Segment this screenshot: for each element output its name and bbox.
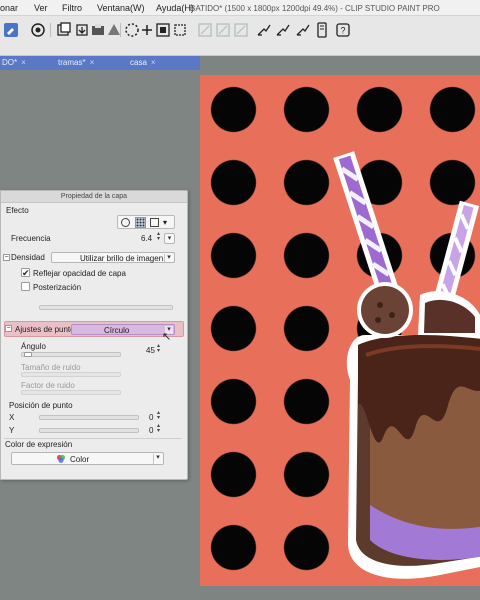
save-icon[interactable]: [90, 22, 106, 38]
chevron-down-icon: ▾: [164, 254, 173, 262]
collapse-icon[interactable]: −: [5, 325, 12, 332]
frequency-spinner[interactable]: ▴ ▾: [155, 231, 162, 242]
frequency-value[interactable]: 6.4: [141, 234, 152, 243]
tab-casa[interactable]: casa ×: [130, 58, 156, 67]
y-slider[interactable]: [39, 428, 139, 433]
menu-item-edit[interactable]: onar: [0, 3, 18, 13]
dot-settings-label: Ajustes de punto: [15, 325, 75, 334]
density-label: Densidad: [11, 253, 45, 262]
menu-item-window[interactable]: Ventana(W): [97, 3, 145, 13]
crop-icon[interactable]: [172, 22, 188, 38]
svg-text:?: ?: [340, 26, 345, 36]
y-value[interactable]: 0: [149, 426, 153, 435]
color-expression-label: Color de expresión: [5, 440, 73, 449]
noise-factor-label: Factor de ruido: [21, 381, 75, 390]
selection-icon[interactable]: [124, 22, 140, 38]
posterize-slider[interactable]: [39, 305, 173, 310]
menu-item-view[interactable]: Ver: [34, 3, 48, 13]
tab-batido[interactable]: DO* ×: [2, 58, 26, 67]
mouse-cursor-icon: ↖: [162, 331, 172, 343]
angle-slider-knob[interactable]: [24, 352, 32, 357]
angle-slider[interactable]: [21, 352, 121, 357]
close-icon[interactable]: ×: [151, 58, 156, 67]
circle-mode-icon[interactable]: [121, 218, 130, 227]
device-icon[interactable]: [314, 22, 330, 38]
import-icon[interactable]: [74, 22, 90, 38]
copy-icon[interactable]: [30, 22, 46, 38]
noise-factor-slider[interactable]: [21, 390, 121, 395]
noise-size-slider[interactable]: [21, 372, 121, 377]
close-icon[interactable]: ×: [21, 58, 26, 67]
menu-bar: onar Ver Filtro Ventana(W) Ayuda(H) BATI…: [0, 0, 480, 16]
x-slider[interactable]: [39, 415, 139, 420]
menu-item-filter[interactable]: Filtro: [62, 3, 82, 13]
color-wheel-icon: [56, 454, 66, 464]
vector-a-icon[interactable]: [215, 22, 231, 38]
help-icon[interactable]: ?: [335, 22, 351, 38]
chevron-down-icon[interactable]: ▾: [163, 218, 167, 227]
brush-icon[interactable]: [3, 22, 19, 38]
square-mode-icon[interactable]: [150, 218, 159, 227]
close-icon[interactable]: ×: [90, 58, 95, 67]
angle-value[interactable]: 45: [146, 346, 155, 355]
effect-mode-group: ▾: [117, 215, 175, 229]
x-label: X: [9, 413, 15, 422]
milkshake-illustration: [333, 151, 480, 579]
command-bar: ?: [0, 16, 480, 56]
hand-icon[interactable]: [197, 22, 213, 38]
y-label: Y: [9, 426, 15, 435]
dot-position-label: Posición de punto: [9, 401, 73, 410]
dot-shape-select[interactable]: Círculo ▾: [71, 324, 175, 335]
frequency-dropdown[interactable]: ▾: [164, 233, 175, 244]
noise-size-label: Tamaño de ruido: [21, 363, 81, 372]
posterize-checkbox[interactable]: [21, 282, 30, 291]
vector-c-icon[interactable]: [256, 22, 272, 38]
halftone-mode-icon[interactable]: [135, 217, 146, 228]
pencil-icon[interactable]: [295, 22, 311, 38]
fill-icon[interactable]: [155, 22, 171, 38]
color-expression-select[interactable]: Color ▾: [11, 452, 164, 465]
angle-label: Ángulo: [21, 342, 46, 351]
document-tabs: DO* × tramas* × casa ×: [0, 56, 200, 70]
density-select[interactable]: Utilizar brillo de imagen ▾: [51, 252, 175, 263]
menu-item-help[interactable]: Ayuda(H): [156, 3, 194, 13]
effect-label: Efecto: [6, 206, 29, 215]
layer-property-panel: Propiedad de la capa Efecto ▾ Frecuencia…: [0, 190, 188, 480]
transform-icon[interactable]: [139, 22, 155, 38]
angle-spinner[interactable]: ▴ ▾: [155, 343, 162, 354]
window-title: BATIDO* (1500 x 1800px 1200dpi 49.4%) - …: [190, 4, 440, 13]
chevron-down-icon: ▾: [153, 454, 162, 464]
tab-tramas[interactable]: tramas* ×: [58, 58, 94, 67]
layer-icon[interactable]: [56, 22, 72, 38]
reflect-opacity-checkbox[interactable]: ✔: [21, 268, 30, 278]
x-value[interactable]: 0: [149, 413, 153, 422]
pen-icon[interactable]: [275, 22, 291, 38]
frequency-label: Frecuencia: [11, 234, 51, 243]
x-spinner[interactable]: ▴ ▾: [155, 410, 162, 421]
posterize-label: Posterización: [33, 283, 82, 292]
y-spinner[interactable]: ▴ ▾: [155, 423, 162, 434]
drawing-canvas[interactable]: [200, 75, 480, 586]
panel-title: Propiedad de la capa: [1, 191, 187, 203]
vector-b-icon[interactable]: [233, 22, 249, 38]
reflect-opacity-label: Reflejar opacidad de capa: [33, 269, 126, 278]
collapse-icon[interactable]: −: [3, 254, 10, 261]
